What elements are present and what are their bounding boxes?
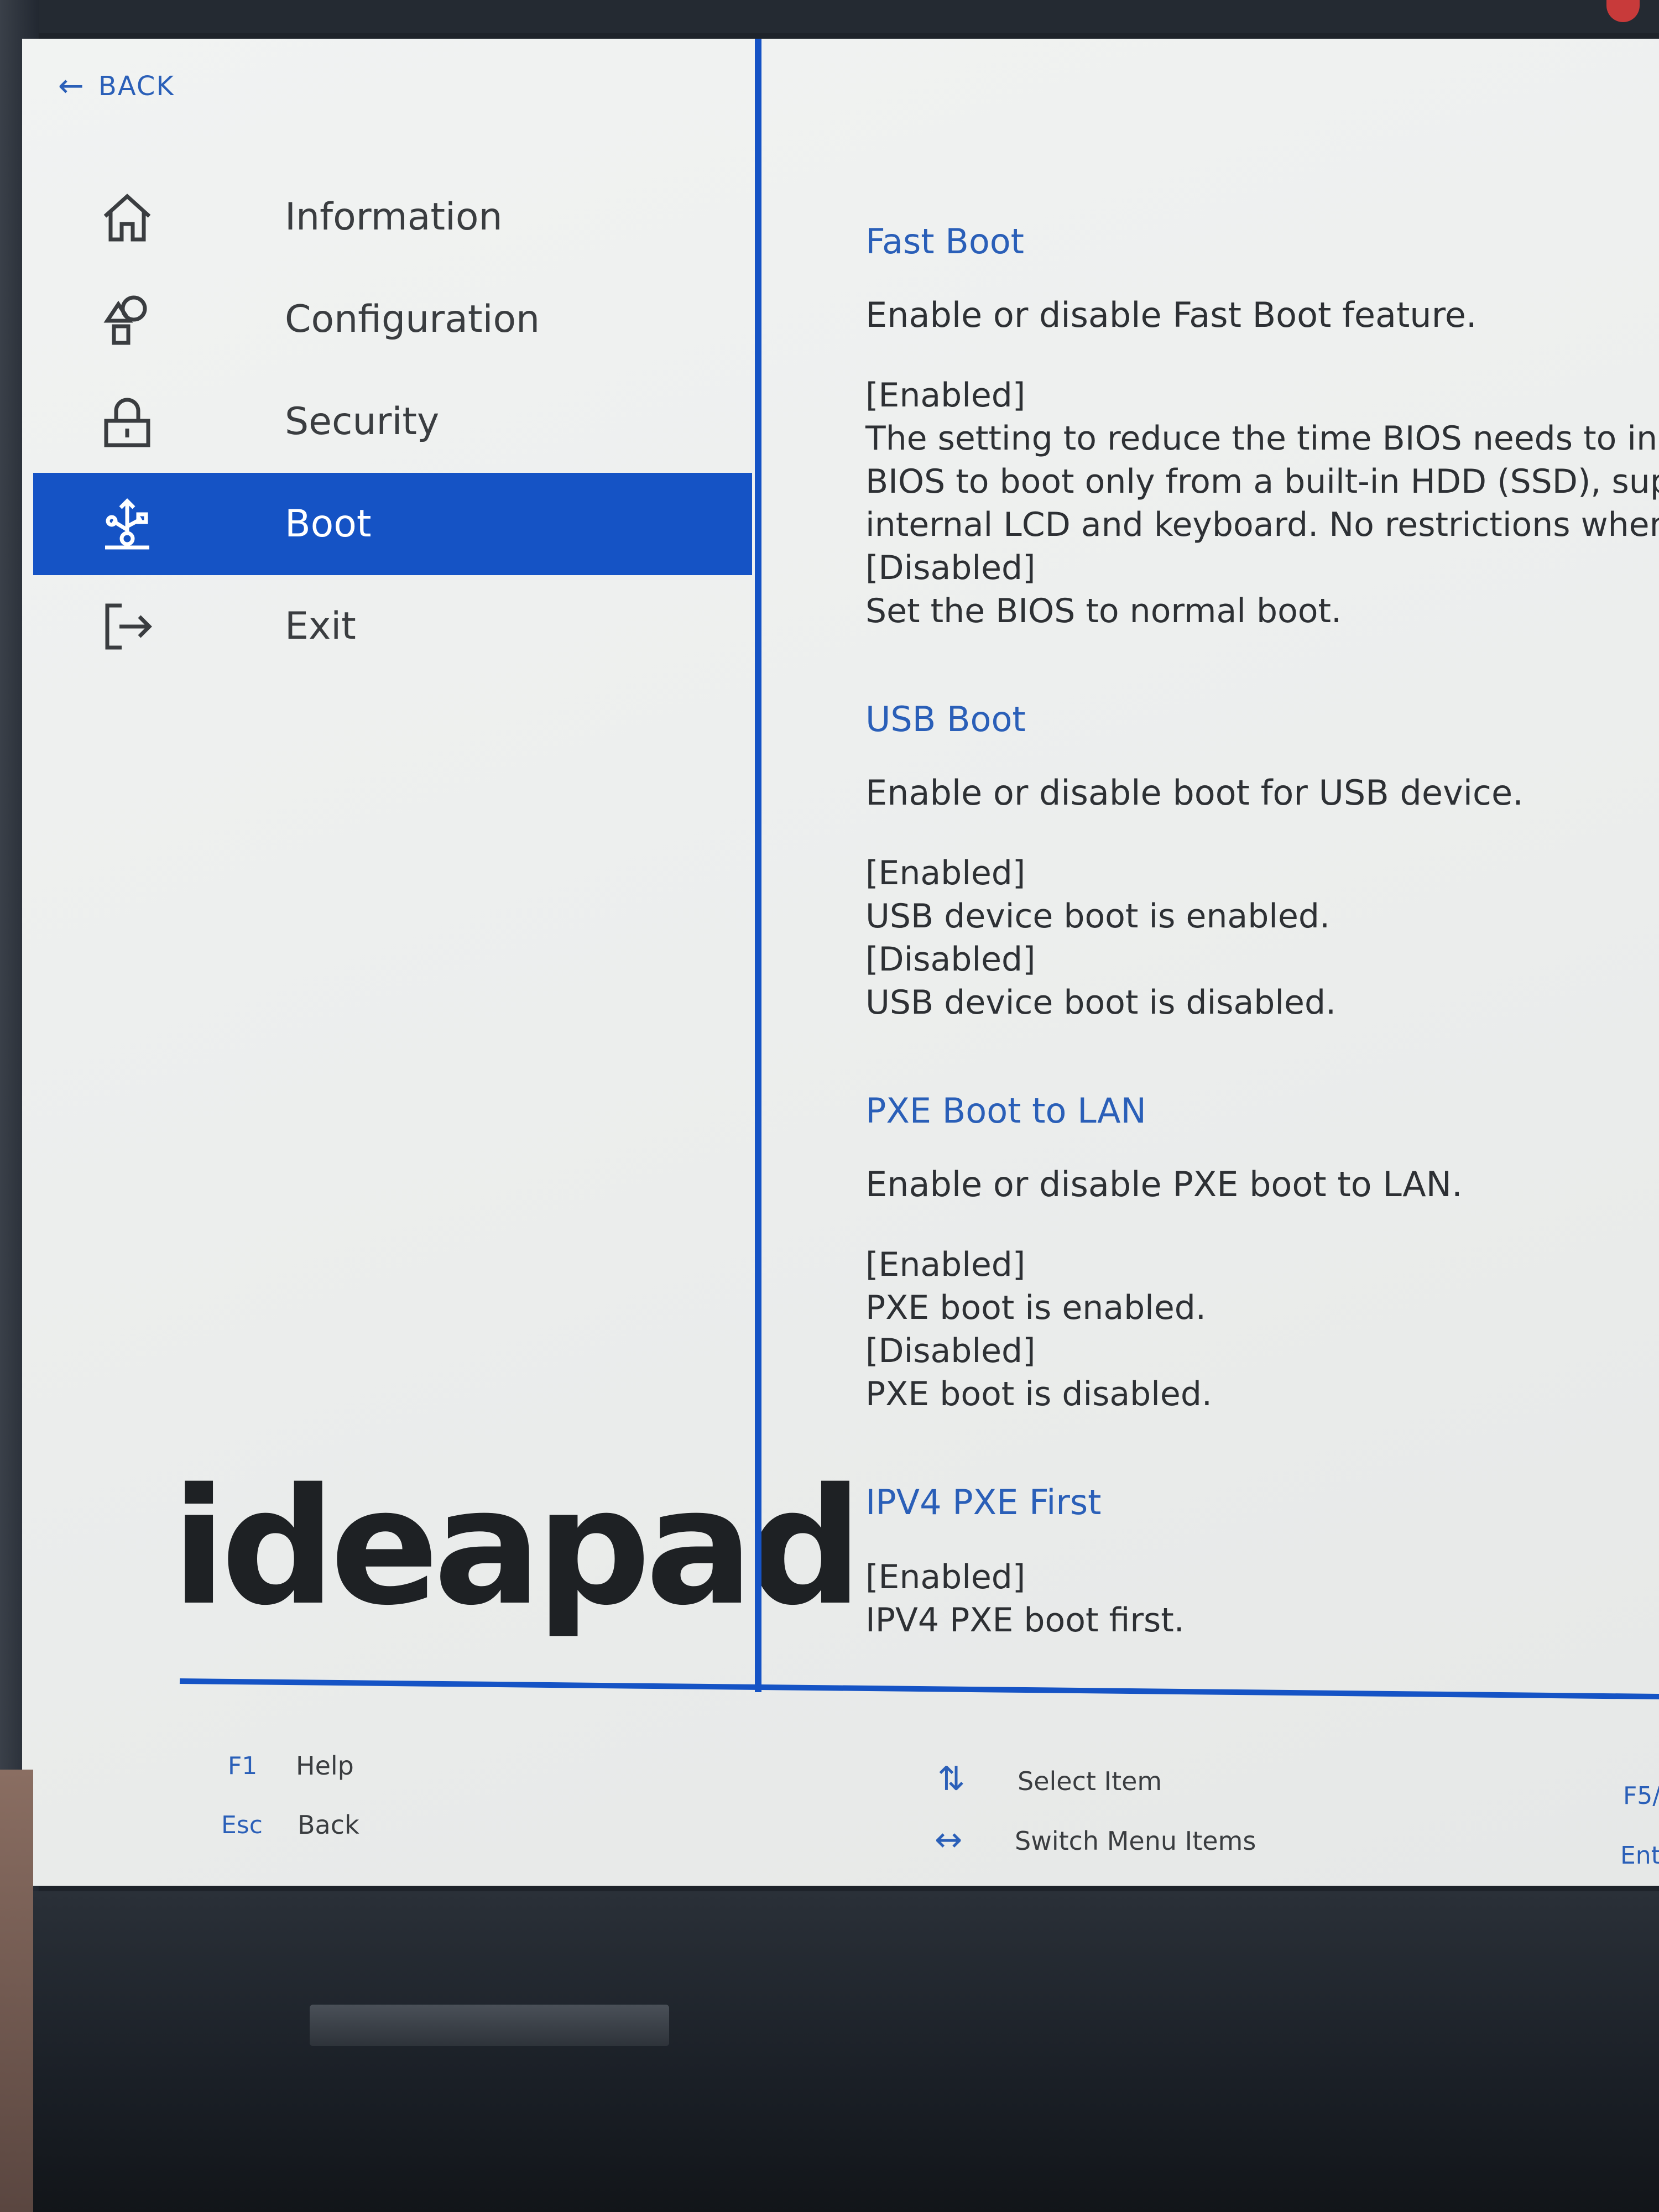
laptop-bezel-bottom	[0, 1891, 1659, 2212]
help-section-usb-boot: USB Boot Enable or disable boot for USB …	[865, 699, 1659, 1024]
section-title: Fast Boot	[865, 221, 1024, 262]
home-icon	[100, 190, 155, 245]
section-description: Enable or disable boot for USB device.	[865, 773, 1524, 813]
left-right-arrows-icon: ↔	[935, 1820, 963, 1859]
sidebar-item-security[interactable]: Security	[33, 371, 752, 473]
option-line: [Enabled]	[865, 854, 1026, 893]
up-down-arrows-icon: ⇅	[937, 1760, 966, 1798]
f1-key: F1	[228, 1752, 258, 1780]
option-line: PXE boot is enabled.	[865, 1288, 1206, 1327]
f5-key: F5/	[1623, 1782, 1659, 1810]
enter-key: Ent	[1620, 1841, 1659, 1870]
help-section-ipv4-pxe-first: IPV4 PXE First [Enabled] IPV4 PXE boot f…	[865, 1482, 1659, 1642]
sidebar-item-exit[interactable]: Exit	[33, 575, 752, 677]
usb-boot-icon	[100, 497, 155, 552]
option-line: PXE boot is disabled.	[865, 1375, 1212, 1413]
laptop-hinge	[310, 2005, 669, 2046]
exit-icon	[100, 599, 155, 654]
option-line: [Disabled]	[865, 549, 1036, 587]
option-line: IPV4 PXE boot first.	[865, 1601, 1185, 1640]
sidebar-item-label: Information	[285, 195, 503, 239]
option-line: BIOS to boot only from a built-in HDD (S…	[865, 462, 1659, 501]
footer-keys: F1 Help Esc Back ⇅ Select Item ↔ Switch …	[22, 1698, 1659, 1870]
sidebar-nav: Information Configuration Security Boot …	[33, 166, 752, 677]
select-item-label: Select Item	[1018, 1766, 1162, 1796]
configuration-icon	[100, 292, 155, 347]
laptop-bezel-top	[0, 0, 1659, 33]
section-title: IPV4 PXE First	[865, 1482, 1102, 1522]
option-line: USB device boot is enabled.	[865, 897, 1331, 936]
option-line: Set the BIOS to normal boot.	[865, 592, 1342, 630]
section-title: USB Boot	[865, 699, 1026, 739]
help-section-fast-boot: Fast Boot Enable or disable Fast Boot fe…	[865, 221, 1659, 633]
background-wall	[0, 1770, 33, 2212]
sidebar-item-label: Security	[285, 400, 440, 444]
section-description: Enable or disable PXE boot to LAN.	[865, 1164, 1463, 1204]
switch-menu-label: Switch Menu Items	[1015, 1826, 1256, 1856]
lock-icon	[100, 394, 155, 450]
back-key-label[interactable]: Back	[298, 1810, 359, 1840]
back-button[interactable]: ← BACK	[58, 71, 175, 102]
help-section-pxe-boot: PXE Boot to LAN Enable or disable PXE bo…	[865, 1091, 1659, 1416]
sidebar-item-boot[interactable]: Boot	[33, 473, 752, 575]
option-line: internal LCD and keyboard. No restrictio…	[865, 505, 1659, 544]
sidebar-item-information[interactable]: Information	[33, 166, 752, 268]
sidebar-item-configuration[interactable]: Configuration	[33, 268, 752, 371]
help-key-label[interactable]: Help	[296, 1751, 354, 1781]
back-label: BACK	[98, 71, 175, 102]
option-line: [Enabled]	[865, 376, 1026, 415]
arrow-left-icon: ←	[58, 68, 85, 104]
sidebar-item-label: Exit	[285, 604, 356, 648]
section-description: Enable or disable Fast Boot feature.	[865, 295, 1477, 335]
section-title: PXE Boot to LAN	[865, 1091, 1146, 1131]
bios-screen: ← BACK Information Configuration Securit…	[22, 39, 1659, 1886]
option-line: [Enabled]	[865, 1558, 1026, 1597]
option-line: [Enabled]	[865, 1245, 1026, 1284]
esc-key: Esc	[221, 1811, 263, 1839]
sidebar-item-label: Configuration	[285, 298, 540, 341]
help-panel[interactable]: Fast Boot Enable or disable Fast Boot fe…	[865, 221, 1659, 1708]
sidebar-item-label: Boot	[285, 502, 372, 546]
panel-divider	[755, 39, 761, 1692]
option-line: USB device boot is disabled.	[865, 983, 1337, 1022]
option-line: [Disabled]	[865, 1332, 1036, 1370]
option-line: [Disabled]	[865, 940, 1036, 979]
option-line: The setting to reduce the time BIOS need…	[865, 419, 1659, 458]
